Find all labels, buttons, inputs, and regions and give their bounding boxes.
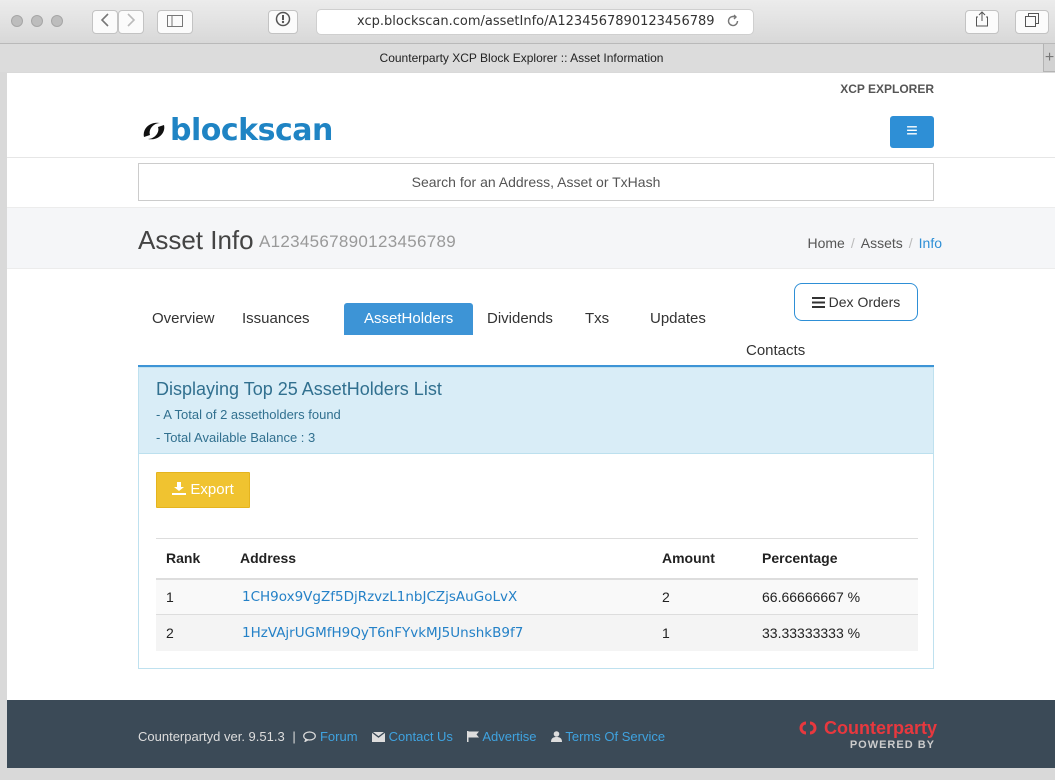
tabs-icon (1025, 13, 1039, 27)
page-title: Asset Info (138, 225, 254, 255)
back-button[interactable] (92, 10, 118, 34)
zoom-window-button[interactable] (51, 15, 63, 27)
asset-name: A1234567890123456789 (259, 232, 456, 251)
logo-swirl-icon (143, 122, 165, 140)
breadcrumb-assets[interactable]: Assets (861, 235, 903, 251)
share-button[interactable] (965, 10, 999, 34)
breadcrumb-separator: / (850, 235, 855, 251)
tabs-overview-button[interactable] (1015, 10, 1049, 34)
tab-dividends[interactable]: Dividends (473, 303, 567, 335)
footer: Counterpartyd ver. 9.51.3 | Forum Contac… (7, 700, 1055, 768)
close-window-button[interactable] (11, 15, 23, 27)
logo-text: blockscan (170, 113, 333, 148)
page-title-bar: Asset Info A1234567890123456789 Home / Ass… (7, 207, 1055, 269)
contact-link[interactable]: Contact Us (371, 729, 457, 744)
window-bottom (0, 768, 1055, 780)
tab-overview[interactable]: Overview (138, 303, 229, 335)
available-balance: - Total Available Balance : 3 (156, 430, 316, 445)
user-icon (550, 731, 562, 742)
counterparty-logo[interactable]: Counterparty POWERED BY (787, 718, 937, 754)
tab-issuances[interactable]: Issuances (228, 303, 324, 335)
rank-cell: 1 (156, 578, 230, 615)
tab-contacts[interactable]: Contacts (732, 335, 819, 367)
col-rank: Rank (156, 538, 230, 580)
tab-txs[interactable]: Txs (571, 303, 623, 335)
reload-icon[interactable] (726, 14, 740, 33)
address-link[interactable]: 1HzVAjrUGMfH9QyT6nFYvkMJ5UnshkB9f7 (230, 614, 652, 651)
tab-updates[interactable]: Updates (636, 303, 720, 335)
page: XCP EXPLORER blockscan ≡ Search for an A… (7, 73, 1055, 700)
holders-count: - A Total of 2 assetholders found (156, 407, 341, 422)
advertise-link[interactable]: Advertise (467, 729, 540, 744)
breadcrumb-info: Info (918, 235, 942, 251)
col-address: Address (230, 538, 652, 580)
export-button[interactable]: Export (156, 472, 250, 508)
counterparty-name: Counterparty (823, 718, 937, 738)
tab-assetholders[interactable]: AssetHolders (344, 303, 474, 335)
chevron-right-icon (127, 13, 136, 27)
panel-heading: Displaying Top 25 AssetHolders List - A … (139, 368, 933, 454)
minimize-window-button[interactable] (31, 15, 43, 27)
footer-links: Counterpartyd ver. 9.51.3 | Forum Contac… (138, 729, 665, 744)
table-header-row: Rank Address Amount Percentage (156, 538, 918, 580)
rank-cell: 2 (156, 614, 230, 651)
asset-tabs: Overview Issuances AssetHolders Dividend… (138, 283, 938, 369)
forward-button[interactable] (118, 10, 144, 34)
table-row: 1 1CH9ox9VgZf5DjRzvzL1nbJCZjsAuGoLvX 2 6… (156, 578, 918, 615)
percentage-cell: 33.33333333 % (752, 614, 918, 651)
search-input[interactable]: Search for an Address, Asset or TxHash (138, 163, 934, 201)
panel-title: Displaying Top 25 AssetHolders List (156, 379, 442, 399)
breadcrumb-home[interactable]: Home (807, 235, 844, 251)
assetholders-table: Rank Address Amount Percentage 1 1CH9ox9… (156, 538, 918, 651)
menu-button[interactable]: ≡ (890, 116, 934, 148)
col-amount: Amount (652, 538, 752, 580)
sidebar-icon (167, 15, 183, 27)
chevron-left-icon (100, 13, 109, 27)
address-bar[interactable]: xcp.blockscan.com/assetInfo/A12345678901… (316, 9, 754, 35)
browser-tab[interactable]: Counterparty XCP Block Explorer :: Asset… (0, 44, 1044, 72)
breadcrumb-separator: / (908, 235, 913, 251)
browser-tab-title: Counterparty XCP Block Explorer :: Asset… (379, 51, 664, 65)
col-percentage: Percentage (752, 538, 918, 580)
version-text: Counterpartyd ver. 9.51.3 (138, 729, 285, 744)
browser-tab-bar: Counterparty XCP Block Explorer :: Asset… (0, 44, 1055, 72)
address-link[interactable]: 1CH9ox9VgZf5DjRzvzL1nbJCZjsAuGoLvX (230, 578, 652, 615)
download-icon (172, 482, 187, 495)
terms-label: Terms Of Service (565, 729, 666, 744)
forum-link[interactable]: Forum (303, 729, 361, 744)
footer-separator: | (292, 729, 296, 744)
assetholders-panel: Displaying Top 25 AssetHolders List - A … (138, 367, 934, 669)
key-icon (275, 11, 291, 27)
dex-orders-label: Dex Orders (828, 294, 901, 310)
terms-link[interactable]: Terms Of Service (550, 729, 666, 744)
counterparty-mark-icon (799, 721, 817, 735)
flag-icon (467, 731, 480, 742)
export-label: Export (190, 481, 234, 498)
url-text: xcp.blockscan.com/assetInfo/A12345678901… (357, 14, 715, 29)
amount-cell: 1 (652, 614, 752, 651)
share-icon (976, 11, 988, 27)
header-divider (7, 157, 1055, 158)
xcp-explorer-link[interactable]: XCP EXPLORER (840, 82, 934, 96)
table-row: 2 1HzVAjrUGMfH9QyT6nFYvkMJ5UnshkB9f7 1 3… (156, 614, 918, 651)
speech-bubble-icon (303, 731, 317, 743)
breadcrumb: Home / Assets / Info (807, 235, 942, 251)
percentage-cell: 66.66666667 % (752, 578, 918, 615)
sidebar-button[interactable] (157, 10, 193, 34)
browser-toolbar: xcp.blockscan.com/assetInfo/A12345678901… (0, 0, 1055, 44)
powered-by: POWERED BY (849, 739, 935, 751)
window-edge (0, 73, 7, 768)
advertise-label: Advertise (482, 729, 537, 744)
password-button[interactable] (268, 10, 298, 34)
envelope-icon (371, 731, 386, 742)
new-tab-button[interactable]: + (1044, 44, 1055, 72)
amount-cell: 2 (652, 578, 752, 615)
dex-orders-button[interactable]: Dex Orders (794, 283, 918, 321)
contact-label: Contact Us (388, 729, 453, 744)
forum-label: Forum (319, 729, 358, 744)
list-icon (811, 297, 825, 308)
